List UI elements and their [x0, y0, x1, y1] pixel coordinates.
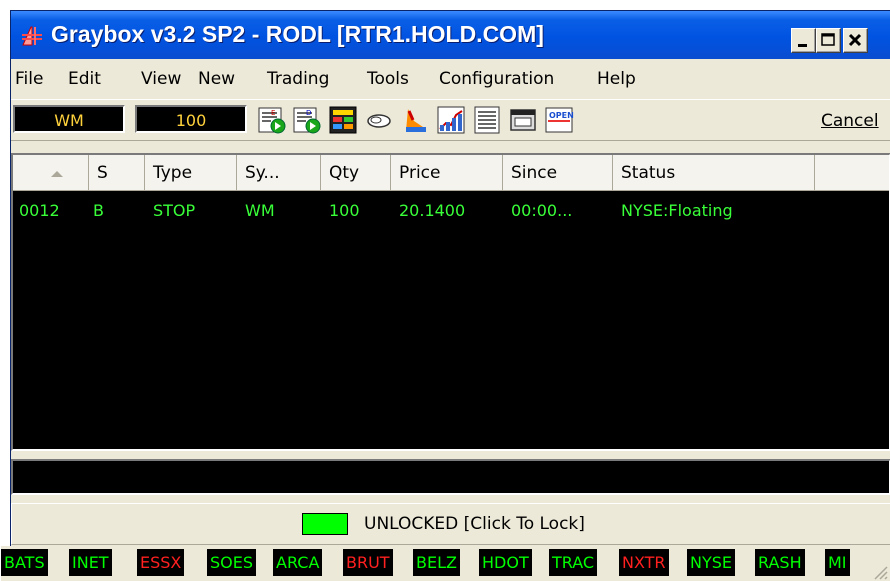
- lock-status-label: UNLOCKED [Click To Lock]: [364, 514, 585, 534]
- resize-grip-icon[interactable]: [871, 563, 889, 581]
- menu-file[interactable]: File: [15, 69, 43, 89]
- message-bar: [11, 459, 890, 495]
- menu-tools[interactable]: Tools: [367, 69, 409, 89]
- exchange-bats[interactable]: BATS: [1, 549, 48, 576]
- exchange-soes[interactable]: SOES: [207, 549, 257, 576]
- montage-icon: [329, 106, 357, 134]
- exchange-brut[interactable]: BRUT: [343, 549, 393, 576]
- cancel-button[interactable]: Cancel: [821, 111, 879, 131]
- sell-order-icon: D: [293, 107, 321, 134]
- column-header-filler: [815, 155, 889, 191]
- exchange-trac[interactable]: TRAC: [549, 549, 598, 576]
- buy-order-icon: E: [258, 107, 286, 134]
- order-qty: 100: [329, 201, 360, 220]
- order-symbol: WM: [245, 201, 275, 220]
- svg-text:E: E: [271, 109, 275, 117]
- application-window: Graybox v3.2 SP2 - RODL [RTR1.HOLD.COM] …: [1, 10, 890, 581]
- table-row[interactable]: 0012 B STOP WM 100 20.1400 00:00... NYSE…: [13, 197, 889, 225]
- orders-grid: S Type Sy... Qty Price Since Status 0012…: [11, 153, 890, 451]
- exchange-mi[interactable]: MI: [825, 549, 850, 576]
- menu-edit[interactable]: Edit: [68, 69, 101, 89]
- handshake-icon: [367, 114, 391, 128]
- exchange-nxtr[interactable]: NXTR: [619, 549, 669, 576]
- window-icon: [510, 109, 536, 131]
- column-header-side[interactable]: S: [89, 155, 145, 191]
- order-since: 00:00...: [511, 201, 573, 220]
- lock-status-indicator: [302, 513, 348, 535]
- svg-text:D: D: [306, 109, 311, 117]
- column-header-since[interactable]: Since: [503, 155, 613, 191]
- sort-ascending-icon: [51, 171, 63, 177]
- close-button[interactable]: [843, 28, 868, 53]
- minimize-button[interactable]: [791, 28, 816, 53]
- exchange-status-bar: BATS INET ESSX SOES ARCA BRUT BELZ HDOT …: [1, 546, 890, 581]
- sell-order-button[interactable]: D: [291, 104, 323, 136]
- chart-button[interactable]: [435, 104, 467, 136]
- handshake-button[interactable]: [363, 104, 395, 136]
- exchange-belz[interactable]: BELZ: [413, 549, 460, 576]
- menu-bar: File Edit View New Trading Tools Configu…: [11, 63, 890, 95]
- maximize-button[interactable]: [816, 28, 841, 53]
- column-header-status[interactable]: Status: [613, 155, 815, 191]
- exchange-arca[interactable]: ARCA: [273, 549, 323, 576]
- column-header-price[interactable]: Price: [391, 155, 503, 191]
- exchange-rash[interactable]: RASH: [755, 549, 805, 576]
- list-icon: [474, 106, 500, 134]
- menu-trading[interactable]: Trading: [267, 69, 329, 89]
- exchange-inet[interactable]: INET: [69, 549, 112, 576]
- app-logo-icon: [22, 26, 42, 46]
- order-status: NYSE:Floating: [621, 201, 733, 220]
- title-bar[interactable]: Graybox v3.2 SP2 - RODL [RTR1.HOLD.COM]: [11, 11, 890, 59]
- menu-new[interactable]: New: [198, 69, 235, 89]
- window-button[interactable]: [507, 104, 539, 136]
- column-header-qty[interactable]: Qty: [321, 155, 391, 191]
- alert-button[interactable]: [399, 104, 431, 136]
- column-header-type[interactable]: Type: [145, 155, 237, 191]
- order-type: STOP: [153, 201, 196, 220]
- column-header-sort[interactable]: [13, 155, 89, 191]
- grid-header: S Type Sy... Qty Price Since Status: [13, 155, 889, 191]
- montage-button[interactable]: [327, 104, 359, 136]
- symbol-input[interactable]: WM: [13, 105, 125, 133]
- open-icon-label: OPEN: [549, 111, 574, 120]
- menu-view[interactable]: View: [141, 69, 181, 89]
- open-button[interactable]: OPEN: [543, 104, 575, 136]
- order-side: B: [93, 201, 104, 220]
- exchange-nyse[interactable]: NYSE: [687, 549, 736, 576]
- window-title: Graybox v3.2 SP2 - RODL [RTR1.HOLD.COM]: [51, 21, 544, 47]
- order-id: 0012: [19, 201, 60, 220]
- list-button[interactable]: [471, 104, 503, 136]
- lock-toggle-button[interactable]: UNLOCKED [Click To Lock]: [11, 503, 890, 545]
- close-icon: [848, 33, 862, 47]
- order-price: 20.1400: [399, 201, 466, 220]
- quantity-input[interactable]: 100: [135, 105, 247, 133]
- alert-icon: [406, 109, 426, 132]
- buy-order-button[interactable]: E: [256, 104, 288, 136]
- toolbar: WM 100 E D OPEN Cancel: [11, 99, 890, 141]
- exchange-hdot[interactable]: HDOT: [479, 549, 532, 576]
- menu-help[interactable]: Help: [597, 69, 636, 89]
- menu-configuration[interactable]: Configuration: [439, 69, 554, 89]
- maximize-icon: [821, 33, 835, 46]
- column-header-symbol[interactable]: Sy...: [237, 155, 321, 191]
- open-icon: OPEN: [545, 107, 574, 133]
- minimize-icon: [798, 44, 807, 47]
- exchange-essx[interactable]: ESSX: [137, 549, 185, 576]
- chart-icon: [437, 106, 465, 134]
